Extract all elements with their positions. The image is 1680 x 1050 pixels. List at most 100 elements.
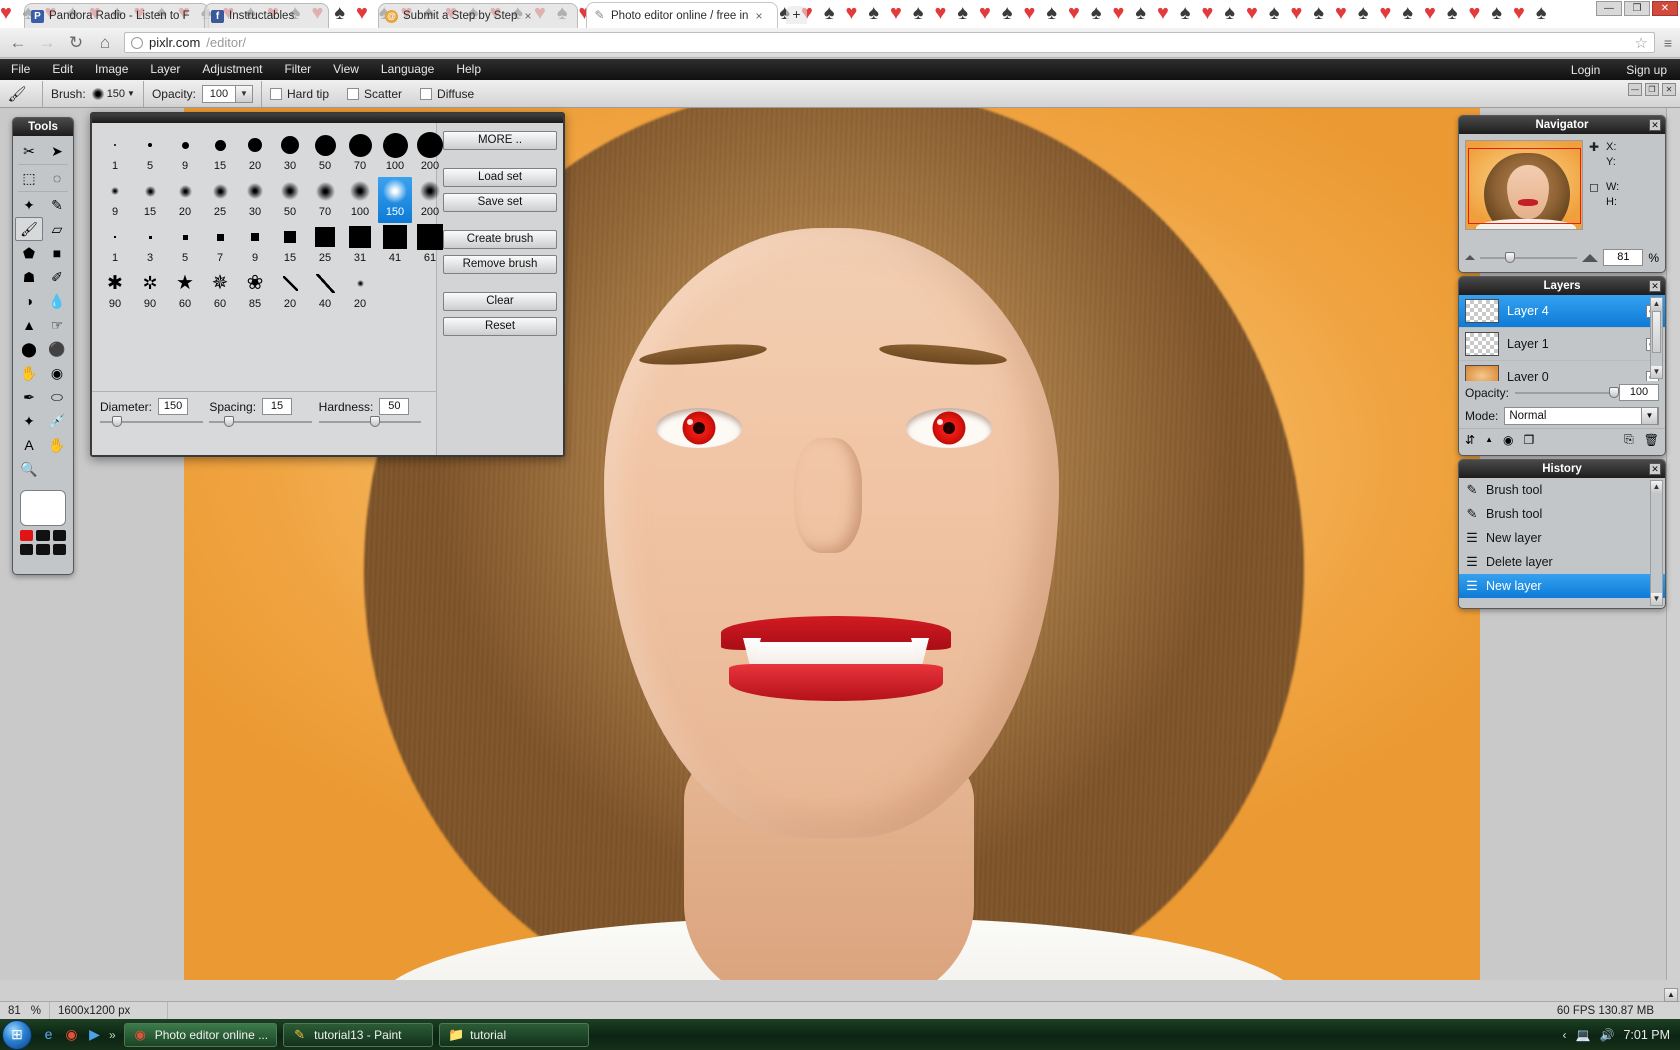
palette-swatch-5[interactable] [52, 544, 66, 555]
history-item[interactable]: ✎ Brush tool [1459, 502, 1665, 526]
palette-swatch-3[interactable] [20, 544, 34, 555]
forward-icon[interactable]: → [37, 33, 57, 53]
brush-preset-soft-50[interactable]: 50 [273, 177, 307, 223]
chevron-down-icon[interactable]: ▼ [127, 89, 135, 98]
clone-stamp-tool[interactable]: ☗ [15, 265, 43, 289]
opacity-input[interactable]: 100 [201, 84, 236, 103]
smudge-tool[interactable]: ☞ [43, 313, 71, 337]
menu-filter[interactable]: Filter [273, 59, 322, 80]
brush-preset-hard-30[interactable]: 30 [273, 131, 307, 177]
brush-preset-square-31[interactable]: 31 [343, 223, 377, 269]
gradient-tool[interactable]: ■ [43, 241, 71, 265]
slider-track[interactable] [209, 416, 313, 427]
paint-bucket-tool[interactable]: ⬟ [15, 241, 43, 265]
layer-list[interactable]: Layer 4✔Layer 1✔Layer 0✔ ▲ ▼ [1459, 295, 1665, 381]
navigator-viewport-box[interactable] [1468, 148, 1581, 224]
lasso-tool[interactable]: ◌ [43, 166, 71, 190]
scroll-up-icon[interactable]: ▲ [1651, 298, 1662, 310]
menu-edit[interactable]: Edit [41, 59, 84, 80]
palette-swatch-2[interactable] [52, 530, 66, 541]
slider-value[interactable]: 150 [158, 398, 189, 415]
scrollbar-thumb[interactable] [1652, 311, 1661, 353]
burn-tool[interactable]: ✋ [15, 361, 43, 385]
sponge-tool[interactable]: ⬤ [15, 337, 43, 361]
brush-preset-square-7[interactable]: 7 [203, 223, 237, 269]
eraser-tool[interactable]: ▱ [43, 217, 71, 241]
menu-language[interactable]: Language [370, 59, 445, 80]
tray-expand-icon[interactable]: ‹ [1563, 1028, 1567, 1042]
browser-tab-submit-step[interactable]: @ Submit a Step by Step × [378, 3, 578, 28]
reset-button[interactable]: Reset [443, 317, 557, 336]
signup-link[interactable]: Sign up [1613, 63, 1680, 77]
remove-brush-button[interactable]: Remove brush [443, 255, 557, 274]
duplicate-layer-icon[interactable]: ⎘ [1624, 432, 1634, 447]
brush-preset-soft-20[interactable]: 20 [168, 177, 202, 223]
drawing-shape-tool[interactable]: ◑ [15, 289, 43, 313]
wand-select-tool[interactable]: ✦ [15, 193, 43, 217]
navigator-thumbnail[interactable] [1465, 140, 1583, 230]
editor-maximize-button[interactable]: ❐ [1645, 83, 1659, 96]
pinch-tool[interactable]: ✦ [15, 409, 43, 433]
close-icon[interactable]: ✕ [1649, 463, 1661, 475]
brush-preset-soft-200[interactable]: 200 [413, 177, 447, 223]
history-item[interactable]: ☰ New layer [1459, 574, 1665, 598]
chrome-icon[interactable]: ◉ [63, 1026, 80, 1043]
menu-image[interactable]: Image [84, 59, 139, 80]
brush-tool[interactable]: 🖌 [15, 217, 43, 241]
close-icon[interactable]: ✕ [1649, 119, 1661, 131]
brush-preset-stroke-long-40[interactable]: 40 [308, 269, 342, 315]
brush-preset-star6-60[interactable]: ✵ 60 [203, 269, 237, 315]
taskbar-button-folder[interactable]: 📁 tutorial [439, 1022, 590, 1047]
brush-preset-soft-100[interactable]: 100 [343, 177, 377, 223]
brush-preset-flower-85[interactable]: ❀ 85 [238, 269, 272, 315]
blend-mode-select[interactable]: Normal ▼ [1504, 407, 1659, 425]
maximize-button[interactable]: ❐ [1624, 1, 1650, 16]
brush-preset-square-25[interactable]: 25 [308, 223, 342, 269]
brush-preset-square-41[interactable]: 41 [378, 223, 412, 269]
brush-preset-soft-15[interactable]: 15 [133, 177, 167, 223]
network-icon[interactable]: 💻 [1576, 1028, 1591, 1042]
scroll-down-icon[interactable]: ▼ [1651, 366, 1662, 378]
brush-preset-star-soft-90[interactable]: ✱ 90 [98, 269, 132, 315]
zoom-input[interactable]: 81 [1603, 249, 1644, 266]
brush-preset-square-61[interactable]: 61 [413, 223, 447, 269]
back-icon[interactable]: ← [8, 33, 28, 53]
slider-track[interactable] [100, 416, 203, 427]
layer-row[interactable]: Layer 1✔ [1459, 328, 1665, 361]
brush-preset-hard-15[interactable]: 15 [203, 131, 237, 177]
media-player-icon[interactable]: ▶ [86, 1026, 103, 1043]
start-button[interactable]: ⊞ [2, 1019, 32, 1050]
history-scrollbar[interactable]: ▲ ▼ [1650, 480, 1663, 606]
slider-track[interactable] [318, 416, 422, 427]
brush-preset-soft-9[interactable]: 9 [98, 177, 132, 223]
slider-value[interactable]: 15 [262, 398, 293, 415]
spot-heal-tool[interactable]: ✒ [15, 385, 43, 409]
layer-up-icon[interactable]: ▲ [1485, 435, 1493, 444]
clear-button[interactable]: Clear [443, 292, 557, 311]
crop-tool[interactable]: ✂ [15, 139, 43, 163]
brush-preset-soft-70[interactable]: 70 [308, 177, 342, 223]
zoom-in-icon[interactable] [1582, 253, 1599, 262]
brush-preset-square-15[interactable]: 15 [273, 223, 307, 269]
save-set-button[interactable]: Save set [443, 193, 557, 212]
brush-preset-speck-20[interactable]: 20 [343, 269, 377, 315]
color-picker-tool[interactable]: 💉 [43, 409, 71, 433]
scroll-up-icon[interactable]: ▲ [1651, 481, 1662, 493]
brush-preset-hard-1[interactable]: 1 [98, 131, 132, 177]
palette-swatch-1[interactable] [36, 530, 50, 541]
brush-preset-square-3[interactable]: 3 [133, 223, 167, 269]
overflow-icon[interactable]: » [109, 1028, 116, 1042]
dodge-tool[interactable]: ⚫ [43, 337, 71, 361]
bookmark-star-icon[interactable]: ☆ [1634, 34, 1647, 52]
browser-tab-pandora[interactable]: P Pandora Radio - Listen to F [24, 3, 209, 28]
brush-preset-hard-100[interactable]: 100 [378, 131, 412, 177]
editor-minimize-button[interactable]: — [1628, 83, 1642, 96]
new-tab-button[interactable]: + [786, 6, 807, 24]
brush-preset-hard-50[interactable]: 50 [308, 131, 342, 177]
scroll-down-icon[interactable]: ▼ [1651, 593, 1662, 605]
taskbar-button-chrome[interactable]: ◉ Photo editor online ... [123, 1022, 278, 1047]
brush-preset-soft-30[interactable]: 30 [238, 177, 272, 223]
layer-row[interactable]: Layer 4✔ [1459, 295, 1665, 328]
layer-opacity-input[interactable]: 100 [1619, 384, 1659, 401]
create-brush-button[interactable]: Create brush [443, 230, 557, 249]
